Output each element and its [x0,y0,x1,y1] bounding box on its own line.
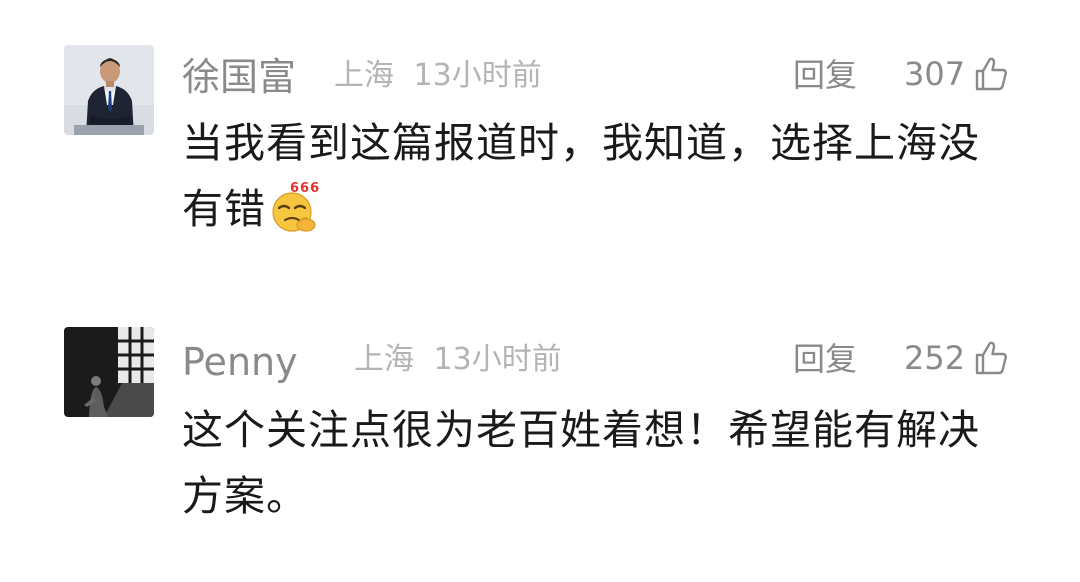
comment-text: 这个关注点很为老百姓着想！希望能有解决方案。 [182,397,1012,529]
comment-item: Penny 上海 13小时前 回复 252 这个关注点很为老百姓着想！希望能有解… [0,290,1080,582]
avatar[interactable] [64,45,154,135]
comment-meta: 上海 13小时前 [334,61,542,91]
comment-item: 徐国富 上海 13小时前 回复 307 当我看到这篇报道时，我知道，选择上海没有… [0,0,1080,290]
comment-location: 上海 [354,342,414,377]
like-button[interactable]: 307 [904,54,1009,94]
comment-time: 13小时前 [433,342,562,377]
figure-by-window-avatar-image [64,327,154,417]
thumbs-up-icon [973,340,1009,376]
666-thinking-emoji: 666 [268,178,320,234]
like-count: 252 [904,339,966,377]
comment-body: 这个关注点很为老百姓着想！希望能有解决方案。 [182,406,980,520]
comment-location: 上海 [334,58,394,93]
reply-button[interactable]: 回复 [793,59,857,91]
comment-text: 当我看到这篇报道时，我知道，选择上海没有错 666 [182,110,1012,242]
comment-time: 13小时前 [413,58,542,93]
comment-author-name[interactable]: 徐国富 [182,58,296,96]
comment-meta: 上海 13小时前 [354,345,562,375]
like-button[interactable]: 252 [904,338,1009,378]
thumbs-up-icon [973,56,1009,92]
like-count: 307 [904,55,966,93]
man-in-suit-avatar-image [64,45,154,135]
reply-button[interactable]: 回复 [793,343,857,375]
avatar[interactable] [64,327,154,417]
comment-author-name[interactable]: Penny [182,343,298,381]
